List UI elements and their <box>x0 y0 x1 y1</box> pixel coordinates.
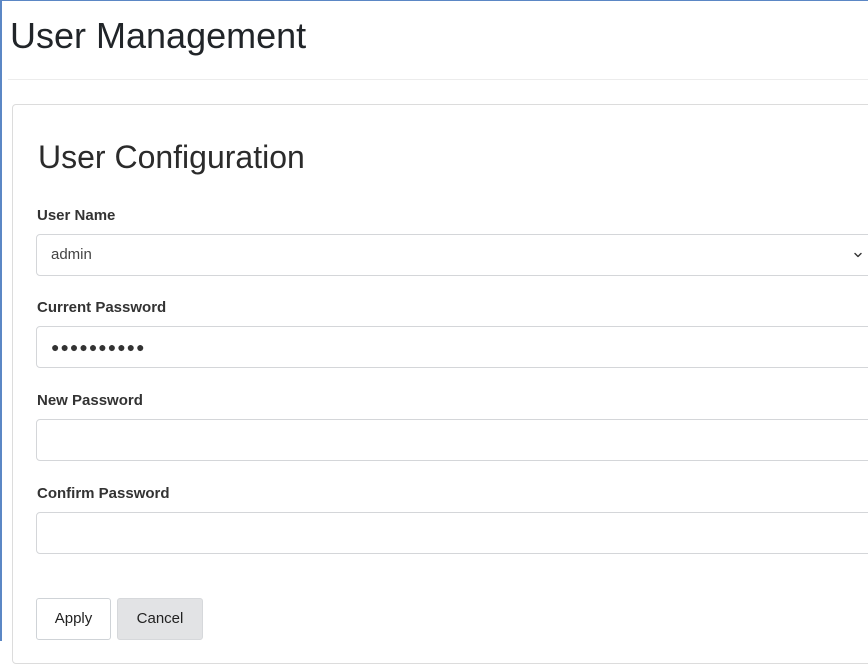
user-configuration-card <box>12 104 868 664</box>
chevron-down-icon <box>854 252 862 258</box>
title-divider <box>8 79 868 80</box>
cancel-button[interactable]: Cancel <box>117 598 203 640</box>
current-password-field[interactable]: ●●●●●●●●●● <box>36 326 868 368</box>
new-password-label: New Password <box>37 392 143 409</box>
page-title: User Management <box>10 15 307 56</box>
user-name-label: User Name <box>37 207 116 224</box>
current-password-label: Current Password <box>37 299 167 316</box>
confirm-password-label: Confirm Password <box>37 485 170 502</box>
section-title: User Configuration <box>38 139 305 175</box>
new-password-field[interactable] <box>36 419 868 461</box>
current-password-masked-value: ●●●●●●●●●● <box>51 339 146 355</box>
apply-button[interactable]: Apply <box>36 598 111 640</box>
user-name-select[interactable]: admin <box>36 234 868 276</box>
user-name-selected-value: admin <box>51 246 92 263</box>
confirm-password-field[interactable] <box>36 512 868 554</box>
